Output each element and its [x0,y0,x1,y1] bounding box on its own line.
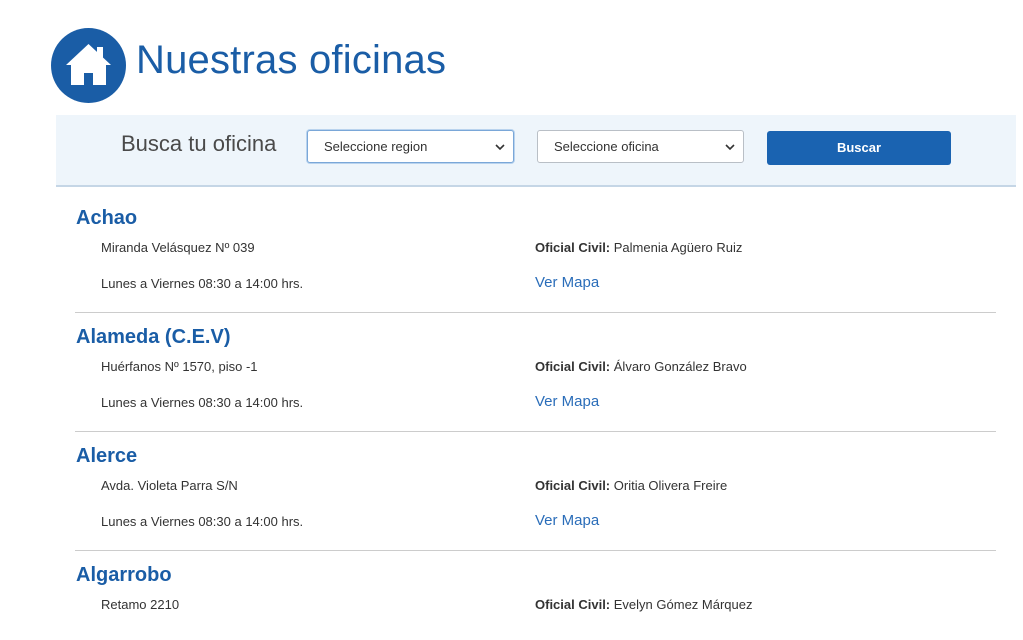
office-official: Oficial Civil: Álvaro González Bravo [535,359,747,375]
page-title: Nuestras oficinas [136,38,447,82]
official-label: Oficial Civil: [535,359,611,374]
office-name: Algarrobo [76,564,172,586]
divider [75,550,996,551]
official-label: Oficial Civil: [535,240,611,255]
map-link[interactable]: Ver Mapa [535,393,599,411]
office-name: Alerce [76,445,138,467]
home-icon [51,28,126,103]
office-name: Achao [76,207,138,229]
search-button[interactable]: Buscar [767,131,951,165]
official-label: Oficial Civil: [535,597,611,612]
office-address: Huérfanos Nº 1570, piso -1 [101,359,258,374]
official-name: Álvaro González Bravo [613,359,747,374]
office-address: Miranda Velásquez Nº 039 [101,240,255,255]
divider [75,312,996,313]
office-name: Alameda (C.E.V) [76,326,231,348]
region-select-value: Seleccione region [324,139,428,154]
office-hours: Lunes a Viernes 08:30 a 14:00 hrs. [101,514,304,529]
map-link[interactable]: Ver Mapa [535,274,599,292]
map-link[interactable]: Ver Mapa [535,512,599,530]
page: Nuestras oficinas Busca tu oficina Selec… [0,0,1023,640]
office-select[interactable]: Seleccione oficina [537,130,744,163]
office-official: Oficial Civil: Oritia Olivera Freire [535,478,727,494]
office-address: Retamo 2210 [101,597,180,612]
official-label: Oficial Civil: [535,478,611,493]
office-hours: Lunes a Viernes 08:30 a 14:00 hrs. [101,395,304,410]
official-name: Evelyn Gómez Márquez [613,597,753,612]
official-name: Oritia Olivera Freire [613,478,728,493]
chevron-down-icon [495,144,505,151]
office-hours: Lunes a Viernes 08:30 a 14:00 hrs. [101,276,304,291]
search-label: Busca tu oficina [121,131,277,156]
office-address: Avda. Violeta Parra S/N [101,478,238,493]
search-bar: Busca tu oficina Seleccione region Selec… [56,115,1016,187]
divider [75,431,996,432]
official-name: Palmenia Agüero Ruiz [613,240,743,255]
office-official: Oficial Civil: Evelyn Gómez Márquez [535,597,753,613]
office-select-value: Seleccione oficina [554,139,659,154]
office-official: Oficial Civil: Palmenia Agüero Ruiz [535,240,742,256]
chevron-down-icon [725,144,735,151]
region-select[interactable]: Seleccione region [307,130,514,163]
